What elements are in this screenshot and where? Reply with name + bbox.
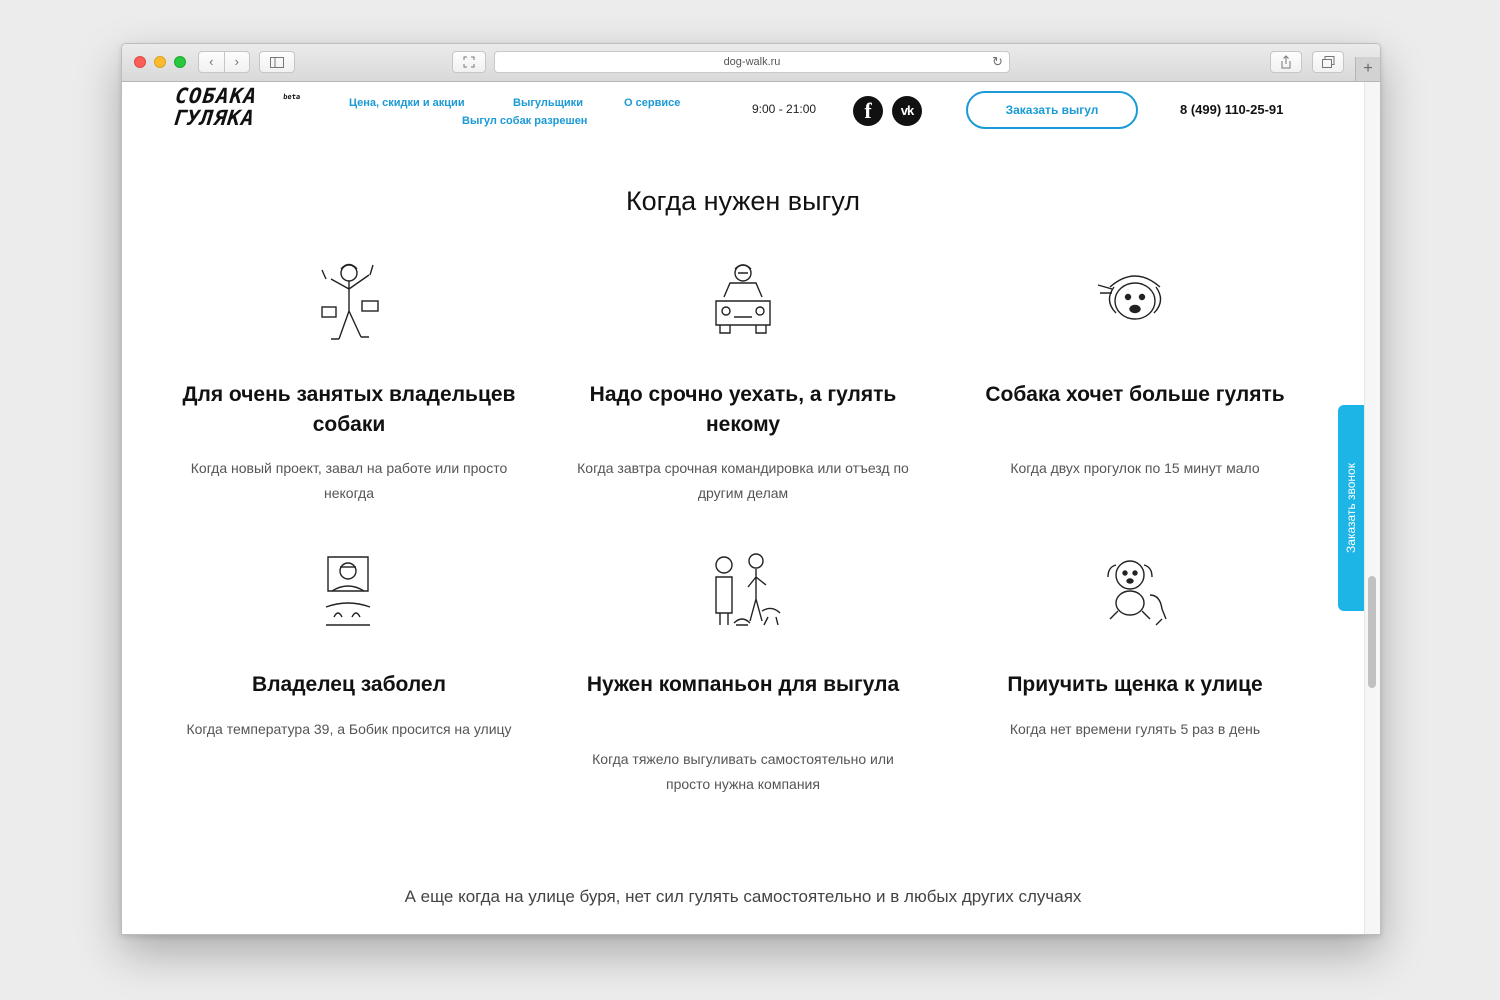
phone-number[interactable]: 8 (499) 110-25-91: [1180, 102, 1283, 117]
tabs-icon: [1321, 56, 1334, 68]
card-text: Когда завтра срочная командировка или от…: [577, 460, 909, 501]
puppy-icon: [1107, 560, 1167, 626]
card-title: Приучить щенка к улице: [1007, 673, 1263, 696]
card-owner-sick: Владелец заболел Когда температура 39, а…: [179, 547, 519, 807]
sick-person-icon: [325, 556, 371, 626]
order-walk-button[interactable]: Заказать выгул: [966, 91, 1138, 129]
sidebar-toggle-button[interactable]: [259, 51, 295, 73]
nav-link-allowed[interactable]: Выгул собак разрешен: [462, 115, 587, 127]
browser-window: ‹ › dog-walk.ru ↻ + СОБАКА ГУЛЯКА beta Ц…: [121, 43, 1381, 935]
scrollbar-thumb[interactable]: [1368, 576, 1376, 688]
busy-person-icon: [321, 263, 379, 340]
url-text: dog-walk.ru: [723, 56, 781, 68]
close-window-button[interactable]: [134, 56, 146, 68]
card-dog-wants-walk: Собака хочет больше гулять Когда двух пр…: [965, 257, 1305, 517]
nav-link-walkers[interactable]: Выгульщики: [513, 97, 583, 109]
reload-icon[interactable]: ↻: [992, 52, 1003, 72]
forward-icon[interactable]: ›: [223, 52, 250, 72]
minimize-window-button[interactable]: [154, 56, 166, 68]
callback-tab-label: Заказать звонок: [1344, 463, 1358, 553]
scrollbar-track[interactable]: [1364, 82, 1380, 934]
zoom-window-button[interactable]: [174, 56, 186, 68]
browser-toolbar: ‹ › dog-walk.ru ↻ +: [122, 44, 1380, 82]
reader-button[interactable]: [452, 51, 486, 73]
facebook-icon[interactable]: f: [853, 96, 883, 126]
card-text: Когда температура 39, а Бобик просится н…: [186, 721, 512, 737]
web-page: СОБАКА ГУЛЯКА beta Цена, скидки и акции …: [122, 82, 1380, 934]
card-text: Когда тяжело выгуливать самостоятельно и…: [592, 751, 894, 792]
logo-line-1: СОБАКА: [174, 84, 259, 108]
history-nav: ‹ ›: [198, 51, 250, 73]
card-busy-owners: Для очень занятых владельцев собаки Когд…: [179, 257, 519, 517]
card-text: Когда новый проект, завал на работе или …: [190, 460, 508, 501]
back-icon[interactable]: ‹: [199, 52, 224, 72]
callback-tab[interactable]: Заказать звонок: [1338, 405, 1364, 611]
nav-link-prices[interactable]: Цена, скидки и акции: [349, 97, 465, 109]
card-title: Нужен компаньон для выгула: [586, 673, 900, 696]
card-puppy: Приучить щенка к улице Когда нет времени…: [965, 547, 1305, 807]
logo-line-2: ГУЛЯКА: [171, 106, 257, 130]
card-text: Когда двух прогулок по 15 минут мало: [1010, 460, 1260, 476]
card-companion: Нужен компаньон для выгула Когда тяжело …: [573, 547, 913, 837]
tabs-overview-button[interactable]: [1312, 51, 1344, 73]
card-text: Когда нет времени гулять 5 раз в день: [1009, 721, 1261, 737]
logo-beta-badge: beta: [282, 93, 301, 101]
card-title: Для очень занятых владельцев собаки: [182, 383, 516, 436]
card-title: Собака хочет больше гулять: [985, 383, 1285, 406]
expand-icon: [463, 56, 475, 68]
working-hours: 9:00 - 21:00: [752, 102, 817, 116]
nav-link-about[interactable]: О сервисе: [624, 97, 680, 109]
dog-head-icon: [1097, 275, 1162, 320]
vk-icon[interactable]: vk: [892, 96, 922, 126]
footer-note: А еще когда на улице буря, нет сил гулят…: [404, 887, 1082, 906]
card-title: Владелец заболел: [252, 673, 446, 696]
companion-walk-icon: [715, 553, 781, 626]
sidebar-icon: [270, 56, 284, 68]
address-bar[interactable]: dog-walk.ru ↻: [494, 51, 1010, 73]
share-icon: [1281, 55, 1291, 69]
share-button[interactable]: [1270, 51, 1302, 73]
section-title: Когда нужен выгул: [625, 186, 861, 216]
site-logo[interactable]: СОБАКА ГУЛЯКА beta: [171, 84, 301, 133]
new-tab-button[interactable]: +: [1355, 57, 1380, 81]
car-driver-icon: [715, 264, 771, 334]
card-title: Надо срочно уехать, а гулять некому: [589, 383, 897, 436]
card-urgent-leave: Надо срочно уехать, а гулять некому Когд…: [573, 257, 913, 517]
